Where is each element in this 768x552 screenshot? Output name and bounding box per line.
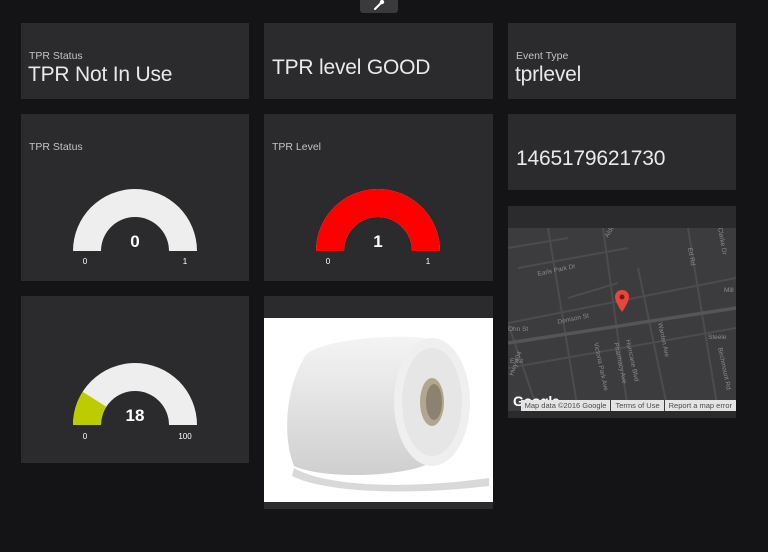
street-label: Clarke Dr: [716, 228, 728, 256]
map-report-error-link[interactable]: Report a map error: [664, 399, 736, 411]
map-terms-link[interactable]: Terms of Use: [611, 399, 664, 411]
gauge-min-label: 0: [326, 257, 331, 266]
tpr-status-text-tile: TPR Status TPR Not In Use: [21, 23, 249, 99]
tpr-status-text-value: TPR Not In Use: [28, 63, 173, 86]
event-type-tile: Event Type tprlevel: [508, 23, 736, 99]
third-gauge-tile: 18 0 100: [21, 296, 249, 463]
street-label: Alden: [604, 228, 619, 239]
timestamp-tile: 1465179621730: [508, 114, 736, 190]
tpr-level-text-value: TPR level GOOD: [272, 56, 431, 79]
map-footer: Map data ©2016 Google Terms of Use Repor…: [508, 399, 736, 411]
event-type-value: tprlevel: [515, 63, 582, 86]
gauge-value-label: 1: [373, 232, 382, 251]
toolbar-tool-button[interactable]: [360, 0, 398, 13]
street-label: Steele: [708, 334, 727, 341]
gauge-min-label: 0: [83, 257, 88, 266]
tpr-level-text-tile: TPR level GOOD: [264, 23, 493, 99]
map-view[interactable]: Alden Earls Park Dr Denison St Ohn St Hw…: [508, 228, 736, 411]
gauge-max-label: 1: [183, 257, 188, 266]
tpr-level-gauge-tile: TPR Level 1 0 1: [264, 114, 493, 281]
event-type-label: Event Type: [516, 50, 569, 62]
map-streets: Alden Earls Park Dr Denison St Ohn St Hw…: [508, 228, 736, 411]
street-label: East: [510, 358, 523, 365]
gauge-max-label: 1: [426, 257, 431, 266]
map-pin-icon[interactable]: [615, 290, 629, 312]
street-label: Mill: [724, 287, 734, 294]
timestamp-value: 1465179621730: [516, 147, 666, 170]
street-label: Ohn St: [508, 326, 528, 333]
gauge-value-label: 18: [126, 406, 145, 425]
street-label: Earls Park Dr: [537, 263, 577, 278]
street-label: Ed Rd: [686, 247, 696, 266]
tpr-status-gauge-tile: TPR Status 0 0 1: [21, 114, 249, 281]
gauge-min-label: 0: [83, 432, 88, 441]
street-label: Victoria Park Ave: [592, 342, 609, 392]
tpr-status-text-label: TPR Status: [29, 50, 83, 62]
wrench-icon: [374, 0, 385, 10]
toilet-paper-roll-icon: [287, 336, 489, 492]
gauge-value-label: 0: [130, 232, 139, 251]
tpr-level-gauge: 1 0 1: [316, 188, 440, 266]
toilet-paper-roll-image: [264, 318, 493, 502]
third-gauge: 18 0 100: [73, 363, 197, 441]
map-attribution: Map data ©2016 Google: [520, 399, 611, 411]
tpr-status-gauge: 0 0 1: [73, 189, 197, 266]
gauge-max-label: 100: [178, 432, 192, 441]
street-label: Birchmount Rd: [716, 347, 732, 391]
